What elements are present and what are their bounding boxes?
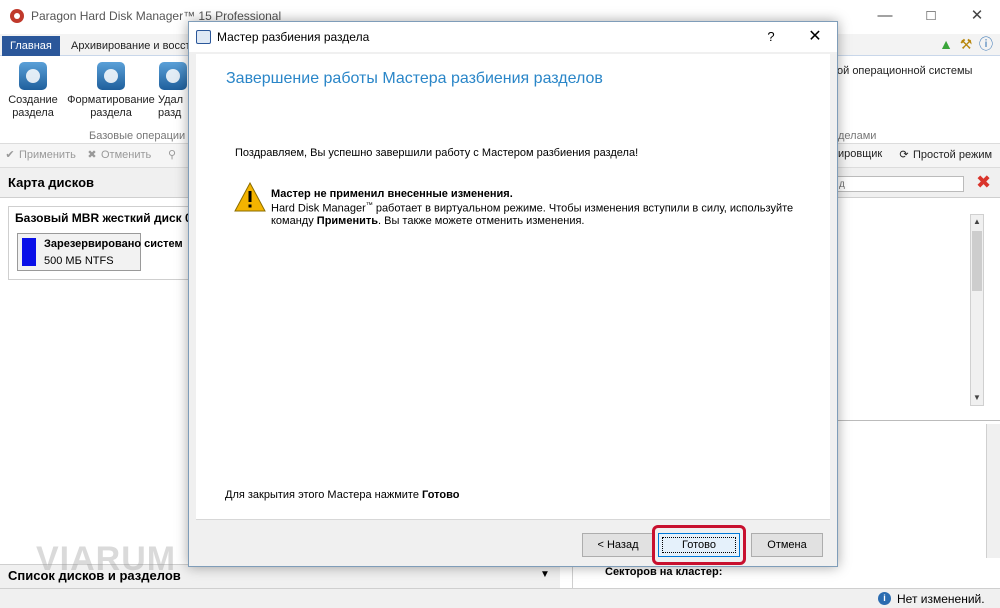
right-divider bbox=[836, 420, 1000, 421]
footer-note-done: Готово bbox=[422, 489, 460, 501]
right-panel-header: ✖ bbox=[836, 168, 1000, 198]
create-partition-icon bbox=[19, 62, 47, 90]
scroll-up-icon[interactable]: ▲ bbox=[971, 215, 983, 229]
warning-line-1-text: работает в виртуальном режиме. Чтобы изм… bbox=[372, 202, 794, 215]
search-icon[interactable]: ⚲ bbox=[168, 148, 176, 161]
simple-mode-icon: ⟳ bbox=[899, 149, 909, 161]
maximize-button[interactable]: □ bbox=[908, 0, 954, 32]
properties-bottom: Секторов на кластер: bbox=[572, 564, 842, 588]
warning-icon bbox=[234, 182, 266, 212]
warning-line-2-prefix: команду bbox=[271, 215, 317, 227]
checkmark-icon: ✔ bbox=[5, 149, 15, 161]
dialog-titlebar: Мастер разбиения раздела ? ✕ bbox=[189, 22, 837, 52]
partition-block[interactable]: Зарезервировано систем 500 МБ NTFS bbox=[17, 233, 183, 271]
up-arrow-icon[interactable]: ▲ bbox=[938, 36, 954, 52]
partition-size: 500 МБ NTFS bbox=[44, 255, 114, 267]
back-button[interactable]: < Назад bbox=[582, 533, 654, 557]
undo-x-icon: ✖ bbox=[87, 149, 97, 161]
trademark-symbol: ™ bbox=[365, 202, 373, 209]
toolbar-right-item[interactable]: ировщик bbox=[838, 148, 882, 160]
ribbon-right-icons: ▲ ⚒ ⓘ bbox=[938, 36, 994, 52]
tab-home[interactable]: Главная bbox=[2, 36, 60, 56]
disk-title: Базовый MBR жесткий диск 0 bbox=[15, 211, 192, 225]
format-partition-button[interactable]: Форматирование раздела bbox=[66, 62, 156, 120]
cancel-button[interactable]: Отмена bbox=[751, 533, 823, 557]
apply-label: Применить bbox=[19, 149, 76, 161]
ribbon-right-group-label: делами bbox=[838, 130, 877, 142]
undo-label: Отменить bbox=[101, 149, 152, 161]
partition-color-bar bbox=[22, 238, 36, 266]
footer-note-text: Для закрытия этого Мастера нажмите bbox=[225, 489, 422, 501]
ribbon-right-text: ой операционной системы bbox=[837, 65, 973, 77]
delete-partition-button[interactable]: Удал разд bbox=[158, 62, 188, 120]
close-window-button[interactable]: ✕ bbox=[954, 0, 1000, 32]
partition-name: Зарезервировано систем bbox=[44, 238, 183, 250]
footer-note: Для закрытия этого Мастера нажмите Готов… bbox=[225, 489, 459, 501]
sectors-per-cluster-label: Секторов на кластер: bbox=[605, 566, 723, 578]
scroll-thumb[interactable] bbox=[972, 231, 982, 291]
create-partition-label: Создание раздела bbox=[8, 94, 58, 119]
warning-line-2-suffix: . Вы также можете отменить изменения. bbox=[378, 215, 585, 227]
chevron-down-icon[interactable]: ▼ bbox=[540, 569, 550, 580]
disk-map-header: Карта дисков bbox=[0, 168, 190, 198]
help-icon[interactable]: ⓘ bbox=[978, 36, 994, 52]
dialog-heading: Завершение работы Мастера разбиения разд… bbox=[226, 70, 603, 87]
right-scrollbar[interactable]: ▲ ▼ bbox=[970, 214, 984, 406]
dialog-help-button[interactable]: ? bbox=[757, 26, 785, 48]
warning-title: Мастер не применил внесенные изменения. bbox=[271, 188, 513, 200]
wizard-icon bbox=[196, 30, 211, 44]
simple-mode-button[interactable]: ⟳ Простой режим bbox=[898, 148, 992, 161]
done-button[interactable]: Готово bbox=[658, 533, 740, 557]
ribbon-group-label: Базовые операции с bbox=[89, 130, 194, 142]
congrats-text: Поздравляем, Вы успешно завершили работу… bbox=[235, 147, 639, 159]
right-panel: ✖ ▲ ▼ bbox=[836, 168, 1000, 564]
tools-icon[interactable]: ⚒ bbox=[958, 36, 974, 52]
status-text: Нет изменений. bbox=[897, 592, 985, 606]
right-lower-scrollbar[interactable] bbox=[986, 424, 1000, 558]
paragon-app-icon bbox=[10, 9, 24, 23]
search-input[interactable] bbox=[836, 176, 964, 192]
info-icon: i bbox=[878, 592, 891, 605]
warning-line-1: Hard Disk Manager™ работает в виртуально… bbox=[271, 202, 793, 215]
create-partition-button[interactable]: Создание раздела bbox=[3, 62, 63, 120]
apply-command-name: Применить bbox=[316, 215, 378, 227]
delete-partition-icon bbox=[159, 62, 187, 90]
tab-backup[interactable]: Архивирование и восст bbox=[63, 36, 199, 56]
product-name: Hard Disk Manager bbox=[271, 202, 366, 215]
apply-button[interactable]: ✔ Применить bbox=[4, 148, 76, 161]
delete-partition-label: Удал разд bbox=[158, 94, 184, 119]
watermark: VIARUM bbox=[36, 540, 177, 578]
clear-search-icon[interactable]: ✖ bbox=[976, 172, 991, 193]
dialog-title: Мастер разбиения раздела bbox=[217, 30, 370, 44]
minimize-button[interactable]: — bbox=[862, 0, 908, 32]
simple-mode-label: Простой режим bbox=[913, 149, 993, 161]
status-bar: i Нет изменений. bbox=[0, 588, 1000, 608]
partition-wizard-dialog: Мастер разбиения раздела ? ✕ Завершение … bbox=[188, 21, 838, 567]
dialog-close-button[interactable]: ✕ bbox=[801, 26, 829, 48]
format-partition-label: Форматирование раздела bbox=[67, 94, 155, 119]
scroll-down-icon[interactable]: ▼ bbox=[971, 391, 983, 405]
focus-rect bbox=[662, 537, 736, 553]
disk-box[interactable]: Базовый MBR жесткий диск 0 Зарезервирова… bbox=[8, 206, 192, 280]
dialog-content: Завершение работы Мастера разбиения разд… bbox=[196, 54, 830, 520]
undo-button[interactable]: ✖ Отменить bbox=[86, 148, 151, 161]
format-partition-icon bbox=[97, 62, 125, 90]
warning-line-2: команду Применить. Вы также можете отмен… bbox=[271, 215, 584, 227]
disk-map-panel: Карта дисков Базовый MBR жесткий диск 0 … bbox=[0, 168, 192, 564]
